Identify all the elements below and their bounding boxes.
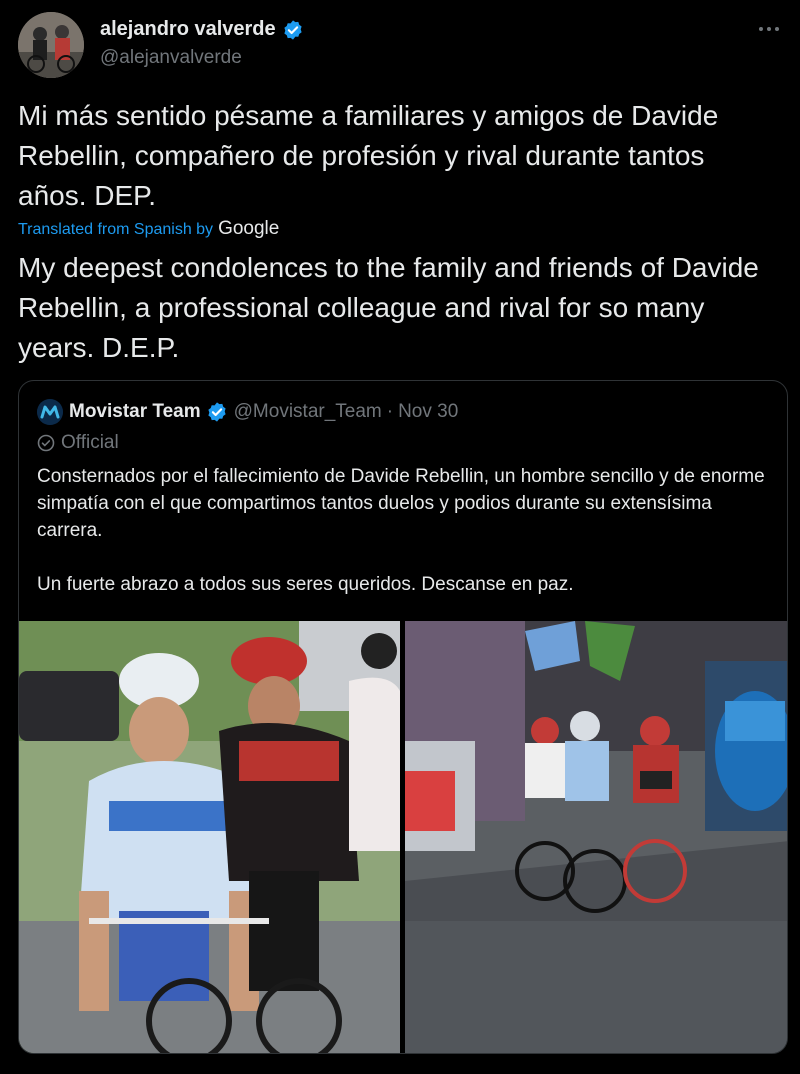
- translated-label: Translated from Spanish by: [18, 221, 214, 238]
- quoted-paragraph-1: Consternados por el fallecimiento de Dav…: [37, 466, 765, 541]
- cyclists-closeup-photo[interactable]: [19, 621, 400, 1053]
- verified-badge-icon: [208, 402, 226, 422]
- quoted-handle[interactable]: @Movistar_Team: [234, 401, 382, 423]
- translator-name: Google: [218, 218, 280, 239]
- author-avatar[interactable]: [18, 12, 84, 78]
- quoted-media: [19, 621, 787, 1053]
- author-display-name[interactable]: alejandro valverde: [100, 18, 276, 41]
- quoted-tweet[interactable]: Movistar Team @Movistar_Team · Nov 30 Of…: [18, 380, 788, 1054]
- official-text: Official: [61, 432, 119, 453]
- dot-separator: ·: [386, 401, 394, 422]
- official-label: Official: [37, 432, 119, 454]
- author-handle[interactable]: @alejanvalverde: [100, 47, 242, 69]
- more-options-icon[interactable]: [756, 18, 782, 40]
- movistar-logo-icon: [37, 399, 63, 425]
- translation-attribution: Translated from Spanish by Google: [18, 218, 279, 240]
- quoted-tweet-header: Movistar Team @Movistar_Team · Nov 30: [37, 399, 458, 425]
- quoted-paragraph-2: Un fuerte abrazo a todos sus seres queri…: [37, 574, 574, 595]
- tweet-header: alejandro valverde @alejanvalverde: [18, 12, 782, 78]
- quoted-date[interactable]: Nov 30: [398, 401, 458, 423]
- cyclists-group-photo[interactable]: [405, 621, 787, 1053]
- verified-badge-icon: [284, 19, 302, 40]
- translated-tweet-text: My deepest condolences to the family and…: [18, 252, 759, 363]
- official-badge-icon: [37, 434, 55, 452]
- tweet-text: Mi más sentido pésame a familiares y ami…: [18, 100, 719, 211]
- quoted-display-name[interactable]: Movistar Team: [69, 401, 201, 423]
- quoted-tweet-text: Consternados por el fallecimiento de Dav…: [37, 463, 767, 598]
